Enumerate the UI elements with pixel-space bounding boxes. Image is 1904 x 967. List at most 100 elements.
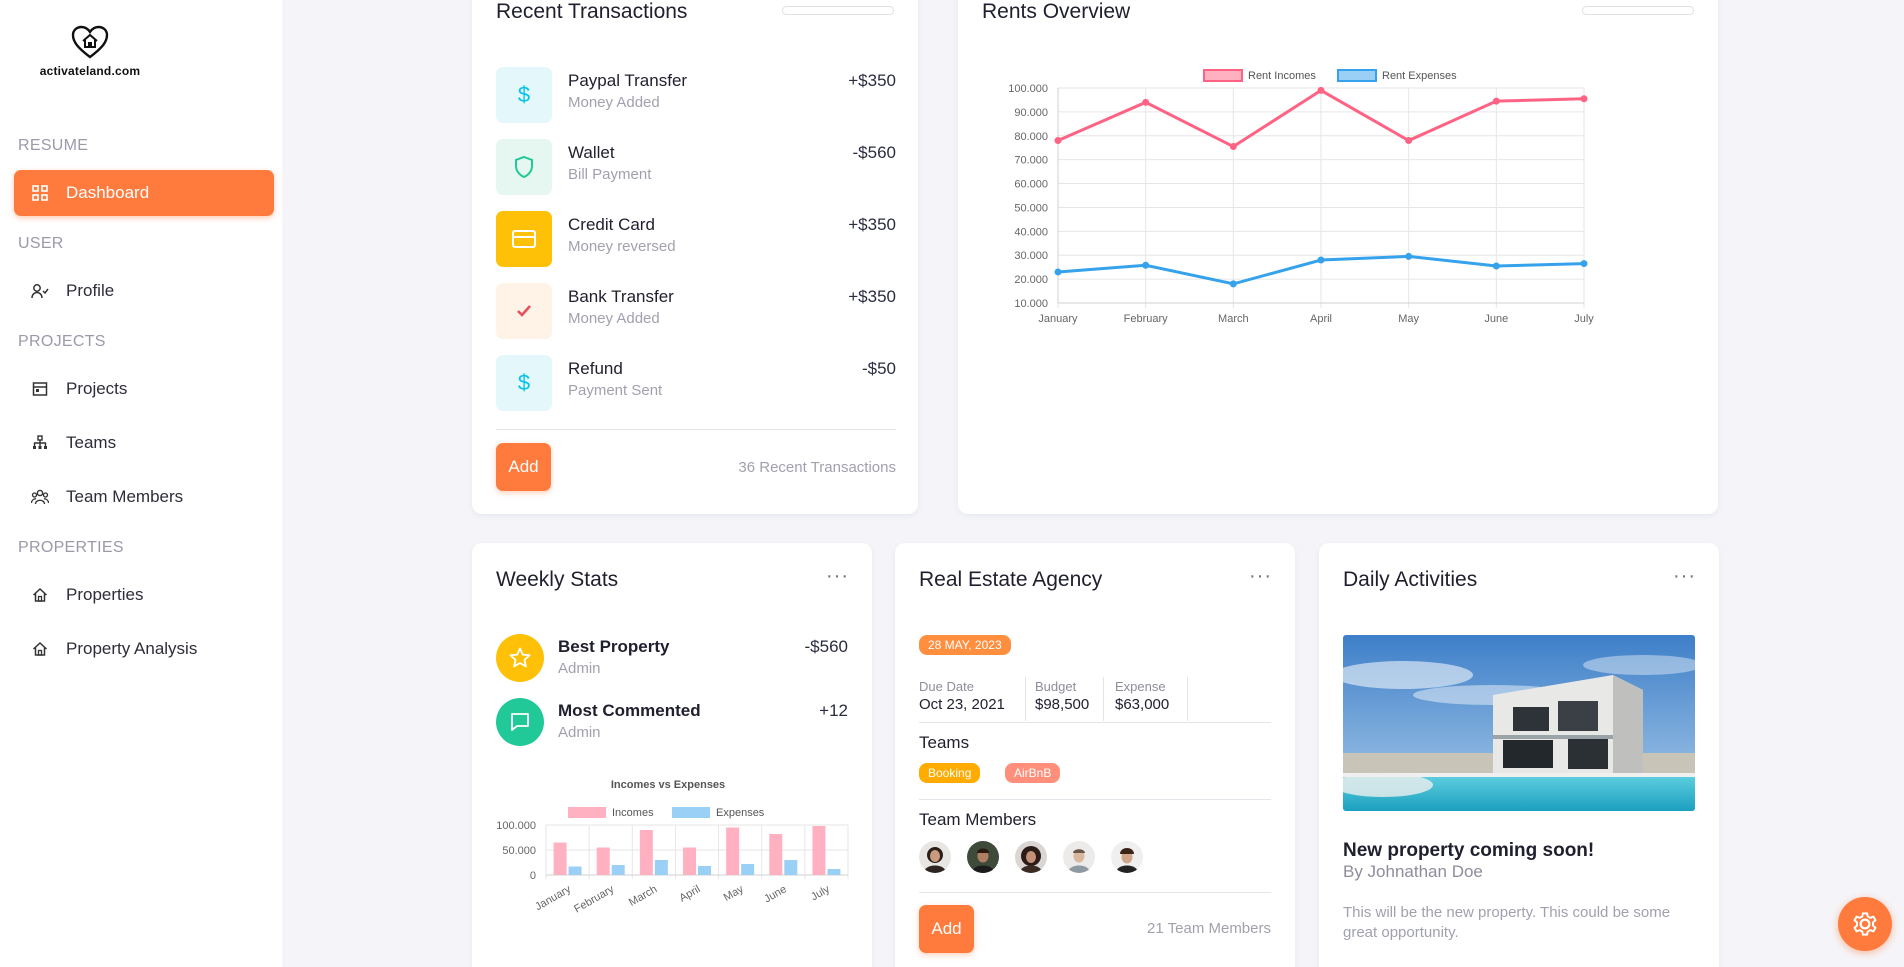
- sidebar-item-dashboard[interactable]: Dashboard: [14, 170, 274, 216]
- due-date-value: Oct 23, 2021: [919, 696, 1005, 713]
- dollar-icon: $: [496, 67, 552, 123]
- bar: [654, 860, 668, 875]
- legend-swatch: [1337, 69, 1377, 82]
- avatar[interactable]: [919, 841, 951, 873]
- legend-label: Incomes: [612, 807, 654, 819]
- stat-subtitle: Admin: [558, 724, 601, 741]
- stat-title: Most Commented: [558, 701, 701, 720]
- divider: [919, 799, 1271, 800]
- x-tick-label: January: [533, 883, 573, 913]
- divider: [1025, 677, 1026, 721]
- add-transaction-button[interactable]: Add: [496, 443, 551, 491]
- x-tick-label: April: [1310, 313, 1332, 325]
- date-badge: 28 MAY, 2023: [919, 635, 1011, 655]
- transaction-item[interactable]: $ Paypal Transfer Money Added +$350: [496, 67, 896, 123]
- real-estate-agency-card: Real Estate Agency ··· 28 MAY, 2023 Due …: [895, 543, 1295, 967]
- avatar[interactable]: [1063, 841, 1095, 873]
- data-point: [1580, 95, 1588, 103]
- heart-home-logo-icon: [71, 25, 109, 59]
- data-point: [1054, 268, 1062, 276]
- dollar-icon: $: [496, 355, 552, 411]
- y-tick-label: 100.000: [1008, 83, 1048, 95]
- property-photo[interactable]: [1343, 635, 1695, 811]
- divider: [496, 429, 896, 430]
- data-point: [1405, 252, 1413, 260]
- bar: [827, 869, 841, 875]
- transaction-title: Refund: [568, 359, 623, 378]
- home-icon: [30, 585, 50, 605]
- sidebar-item-projects[interactable]: Projects: [14, 366, 274, 412]
- home-icon: [30, 639, 50, 659]
- gear-icon: [1853, 912, 1877, 936]
- y-tick-label: 0: [530, 870, 536, 882]
- more-options-icon[interactable]: ···: [826, 565, 849, 588]
- nav-section-resume: RESUME: [18, 137, 89, 154]
- avatar[interactable]: [1111, 841, 1143, 873]
- data-point: [1405, 137, 1413, 145]
- y-tick-label: 10.000: [1014, 298, 1048, 310]
- card-title: Rents Overview: [982, 0, 1131, 23]
- budget-label: Budget: [1035, 679, 1077, 694]
- sidebar-item-property-analysis[interactable]: Property Analysis: [14, 626, 274, 672]
- bar: [611, 865, 625, 875]
- activity-headline: New property coming soon!: [1343, 840, 1595, 861]
- more-options-icon[interactable]: ···: [1249, 565, 1272, 588]
- transaction-subtitle: Payment Sent: [568, 382, 663, 399]
- bar: [784, 860, 798, 875]
- sidebar-item-team-members[interactable]: Team Members: [14, 474, 274, 520]
- avatar[interactable]: [967, 841, 999, 873]
- daily-activities-card: Daily Activities ··· New property coming: [1319, 543, 1719, 967]
- add-member-button[interactable]: Add: [919, 905, 974, 953]
- calendar-icon: [30, 379, 50, 399]
- x-tick-label: January: [1038, 313, 1078, 325]
- team-badge-airbnb[interactable]: AirBnB: [1005, 763, 1061, 783]
- settings-button[interactable]: [1838, 897, 1892, 951]
- y-tick-label: 90.000: [1014, 107, 1048, 119]
- logo[interactable]: activateland.com: [35, 24, 145, 78]
- nav-section-projects: PROJECTS: [18, 333, 106, 350]
- transaction-title: Wallet: [568, 143, 615, 162]
- transaction-item[interactable]: Bank Transfer Money Added +$350: [496, 283, 896, 339]
- y-tick-label: 20.000: [1014, 274, 1048, 286]
- bar: [553, 842, 567, 875]
- sidebar-item-label: Property Analysis: [66, 639, 198, 658]
- y-tick-label: 60.000: [1014, 179, 1048, 191]
- data-point: [1142, 98, 1150, 106]
- x-tick-label: March: [1218, 313, 1249, 325]
- x-tick-label: June: [1484, 313, 1508, 325]
- transaction-item[interactable]: Credit Card Money reversed +$350: [496, 211, 896, 267]
- divider: [919, 892, 1271, 893]
- divider: [919, 722, 1271, 723]
- transaction-subtitle: Money Added: [568, 310, 660, 327]
- transaction-subtitle: Money Added: [568, 94, 660, 111]
- more-options-icon[interactable]: ···: [1673, 565, 1696, 588]
- transaction-subtitle: Money reversed: [568, 238, 676, 255]
- team-badge-booking[interactable]: Booking: [919, 763, 981, 783]
- data-point: [1142, 261, 1150, 269]
- y-tick-label: 30.000: [1014, 250, 1048, 262]
- avatar[interactable]: [1015, 841, 1047, 873]
- svg-text:$: $: [518, 372, 530, 394]
- sidebar-item-teams[interactable]: Teams: [14, 420, 274, 466]
- card-title: Real Estate Agency: [919, 568, 1103, 591]
- dashboard-icon: [30, 183, 50, 203]
- legend-swatch: [1203, 69, 1243, 82]
- bar: [683, 847, 696, 875]
- nav-section-user: USER: [18, 235, 64, 252]
- data-point: [1054, 137, 1062, 145]
- transaction-title: Bank Transfer: [568, 287, 674, 306]
- chart-title: Incomes vs Expenses: [611, 779, 725, 791]
- card-title: Weekly Stats: [496, 568, 619, 591]
- sidebar-item-properties[interactable]: Properties: [14, 572, 274, 618]
- transaction-item[interactable]: $ Refund Payment Sent -$50: [496, 355, 896, 411]
- transaction-item[interactable]: Wallet Bill Payment -$560: [496, 139, 896, 195]
- card-title: Daily Activities: [1343, 568, 1478, 591]
- star-icon: [496, 634, 544, 682]
- y-tick-label: 80.000: [1014, 131, 1048, 143]
- sidebar-item-profile[interactable]: Profile: [14, 268, 274, 314]
- activity-description: This will be the new property. This coul…: [1343, 904, 1671, 941]
- svg-text:$: $: [518, 84, 530, 106]
- card-options-pill[interactable]: [782, 6, 894, 15]
- card-options-pill[interactable]: [1582, 6, 1694, 15]
- incomes-expenses-bar-chart: Incomes vs Expenses Incomes Expenses 100.00…: [496, 779, 849, 916]
